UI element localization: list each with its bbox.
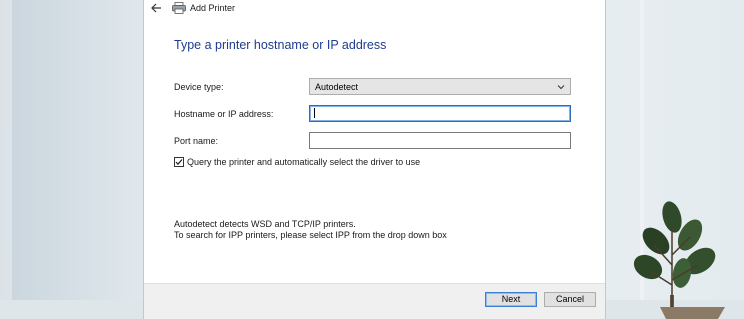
device-type-label: Device type: bbox=[174, 82, 224, 92]
query-printer-label[interactable]: Query the printer and automatically sele… bbox=[187, 157, 420, 167]
hostname-label: Hostname or IP address: bbox=[174, 109, 274, 119]
cancel-button[interactable]: Cancel bbox=[544, 292, 596, 307]
page-heading: Type a printer hostname or IP address bbox=[174, 38, 387, 52]
device-type-dropdown[interactable]: Autodetect bbox=[309, 78, 571, 95]
hostname-input[interactable] bbox=[309, 105, 571, 122]
wall-stripe bbox=[0, 0, 12, 319]
chevron-down-icon bbox=[557, 85, 565, 90]
add-printer-dialog: Add Printer Type a printer hostname or I… bbox=[143, 0, 606, 319]
window-title: Add Printer bbox=[190, 3, 236, 13]
title-bar: Add Printer bbox=[144, 0, 605, 18]
printer-icon bbox=[172, 2, 186, 14]
port-name-label: Port name: bbox=[174, 136, 219, 146]
next-button[interactable]: Next bbox=[485, 292, 537, 307]
checkmark-icon bbox=[175, 159, 183, 166]
dialog-footer: Next Cancel bbox=[144, 283, 605, 319]
back-arrow-icon[interactable] bbox=[148, 0, 164, 16]
info-text-line2: To search for IPP printers, please selec… bbox=[174, 230, 447, 240]
query-printer-checkbox[interactable] bbox=[174, 157, 184, 167]
device-type-value: Autodetect bbox=[315, 82, 359, 92]
info-text-line1: Autodetect detects WSD and TCP/IP printe… bbox=[174, 219, 356, 229]
port-name-input[interactable] bbox=[309, 132, 571, 149]
text-caret bbox=[314, 108, 315, 118]
plant-image bbox=[633, 201, 725, 319]
